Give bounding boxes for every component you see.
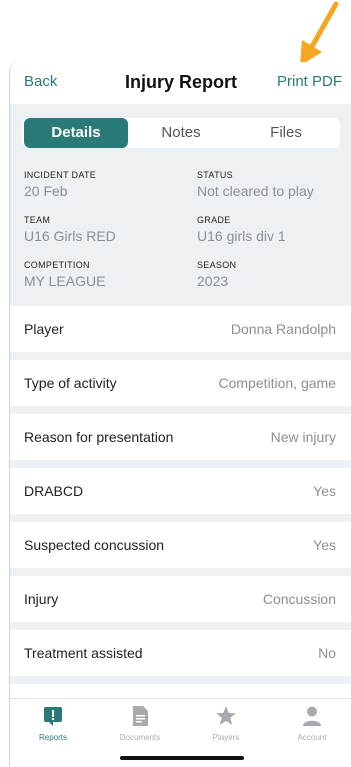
row-drabcd[interactable]: DRABCD Yes — [10, 468, 351, 514]
grade-field: GRADE U16 girls div 1 — [197, 215, 286, 244]
row-label: Reason for presentation — [24, 429, 174, 445]
row-value: Competition, game — [218, 375, 336, 391]
tabbar-documents[interactable]: Documents — [100, 705, 180, 742]
row-value: Concussion — [262, 591, 336, 607]
tab-label: Account — [297, 733, 327, 742]
row-label: Injury — [24, 591, 59, 607]
person-icon — [303, 706, 321, 726]
grade-value: U16 girls div 1 — [197, 228, 286, 244]
status-value: Not cleared to play — [197, 183, 314, 199]
row-reason-for-presentation[interactable]: Reason for presentation New injury — [10, 414, 351, 460]
tab-details[interactable]: Details — [24, 118, 128, 148]
season-label: SEASON — [197, 260, 237, 270]
competition-value: MY LEAGUE — [24, 273, 106, 289]
tab-notes[interactable]: Notes — [128, 118, 234, 148]
tab-label: Reports — [38, 733, 67, 742]
row-value: No — [318, 645, 336, 661]
row-value: Donna Randolph — [230, 321, 336, 337]
app-screen: Back Injury Report Print PDF Details Not… — [9, 62, 351, 767]
print-pdf-button[interactable]: Print PDF — [277, 73, 342, 90]
tabbar-account[interactable]: Account — [272, 705, 351, 742]
season-field: SEASON 2023 — [197, 260, 236, 289]
row-value: New injury — [270, 429, 336, 445]
row-value: Yes — [313, 483, 336, 499]
incident-date-label: INCIDENT DATE — [24, 170, 97, 180]
row-label: DRABCD — [24, 483, 84, 499]
star-icon — [216, 706, 236, 725]
grade-label: GRADE — [197, 215, 231, 225]
row-partial — [10, 684, 351, 698]
team-value: U16 Girls RED — [24, 228, 116, 244]
row-treatment-assisted[interactable]: Treatment assisted No — [10, 630, 351, 676]
row-player[interactable]: Player Donna Randolph — [10, 306, 351, 352]
tabbar-players[interactable]: Players — [186, 705, 266, 742]
competition-field: COMPETITION MY LEAGUE — [24, 260, 105, 289]
home-indicator — [120, 756, 244, 760]
annotation-arrow-icon — [300, 1, 339, 66]
row-label: Player — [24, 321, 64, 337]
report-alert-icon — [44, 707, 62, 726]
tab-label: Players — [212, 733, 240, 742]
tab-label: Documents — [119, 733, 161, 742]
row-value: Yes — [313, 537, 336, 553]
document-icon — [133, 706, 148, 726]
tabbar-reports[interactable]: Reports — [13, 705, 93, 742]
row-label: Suspected concussion — [24, 537, 165, 553]
row-injury[interactable]: Injury Concussion — [10, 576, 351, 622]
incident-date-value: 20 Feb — [24, 183, 68, 199]
team-label: TEAM — [24, 215, 51, 225]
segmented-control: Details Notes Files — [22, 118, 340, 148]
row-type-of-activity[interactable]: Type of activity Competition, game — [10, 360, 351, 406]
status-field: STATUS Not cleared to play — [197, 170, 314, 199]
competition-label: COMPETITION — [24, 260, 90, 270]
status-label: STATUS — [197, 170, 233, 180]
report-summary: Details Notes Files INCIDENT DATE 20 Feb… — [10, 104, 351, 304]
row-label: Treatment assisted — [24, 645, 143, 661]
row-suspected-concussion[interactable]: Suspected concussion Yes — [10, 522, 351, 568]
tab-files[interactable]: Files — [234, 118, 338, 148]
team-field: TEAM U16 Girls RED — [24, 215, 116, 244]
season-value: 2023 — [197, 273, 229, 289]
navigation-bar: Back Injury Report Print PDF — [10, 62, 351, 104]
row-label: Type of activity — [24, 375, 117, 391]
incident-date-field: INCIDENT DATE 20 Feb — [24, 170, 96, 199]
